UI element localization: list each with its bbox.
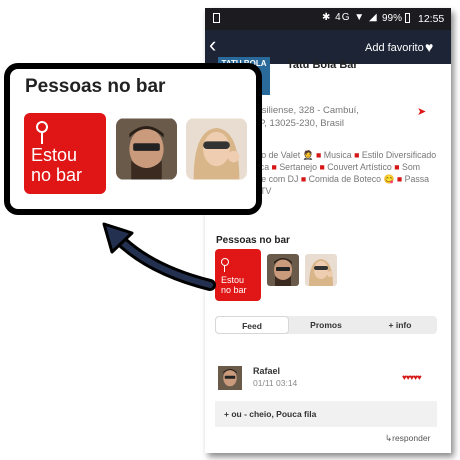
pin-icon: [221, 258, 229, 272]
heart-icon[interactable]: ♥: [425, 39, 433, 55]
zoom-estou-line-2: no bar: [31, 165, 83, 185]
clock: 12:55: [418, 13, 445, 25]
add-favorite-button[interactable]: Add favorito: [365, 42, 424, 54]
estou-line-2: no bar: [221, 285, 247, 295]
reply-button[interactable]: ↳responder: [385, 433, 430, 444]
zoom-title: Pessoas no bar: [25, 76, 166, 97]
estou-line-1: Estou: [221, 275, 245, 285]
navigation-arrow-icon[interactable]: ➤: [417, 105, 426, 118]
address-line-1: Brasiliense, 328 - Cambuí,: [247, 105, 359, 116]
feature-item: Sertanejo: [272, 162, 317, 172]
feature-item: Comida de Boteco: [301, 174, 381, 184]
sim-icon: [213, 13, 220, 23]
post-comment: + ou - cheio, Pouca fila: [215, 401, 437, 427]
rating-hearts-icon: ♥♥♥♥♥: [402, 373, 422, 382]
venue-name: Tatu Bola Bar: [287, 59, 358, 71]
battery-icon: [405, 13, 410, 23]
tab-info[interactable]: + info: [363, 316, 437, 334]
post-avatar[interactable]: [218, 366, 242, 390]
zoom-estou-line-1: Estou: [31, 145, 78, 165]
status-bar: ✱ 4G ▼ ◢ 99% 12:55: [205, 8, 451, 30]
tab-promos[interactable]: Promos: [289, 316, 363, 334]
zoom-avatar[interactable]: [186, 118, 247, 180]
estou-no-bar-button[interactable]: Estou no bar: [215, 249, 261, 301]
address-line-2: - SP, 13025-230, Brasil: [247, 118, 344, 129]
people-section-title: Pessoas no bar: [216, 235, 290, 246]
tab-feed[interactable]: Feed: [215, 316, 289, 334]
signal-icons: ✱ 4G ▼ ◢: [322, 12, 378, 23]
feature-item: Musica: [316, 150, 352, 160]
chevron-left-icon[interactable]: ‹: [209, 32, 216, 58]
zoom-callout: Pessoas no bar Estou no bar: [4, 63, 262, 215]
post-username[interactable]: Rafael: [253, 366, 280, 376]
venue-address: Brasiliense, 328 - Cambuí, - SP, 13025-2…: [247, 104, 359, 130]
network-label: 4G: [335, 12, 351, 23]
avatar[interactable]: [305, 254, 337, 286]
pin-icon: [36, 121, 48, 144]
battery-percent: 99%: [382, 13, 403, 24]
zoom-estou-no-bar-button[interactable]: Estou no bar: [24, 113, 106, 194]
zoom-avatar[interactable]: [116, 118, 177, 180]
tab-bar: Feed Promos + info: [215, 316, 437, 334]
avatar[interactable]: [267, 254, 299, 286]
feature-item: Couvert Artístico: [319, 162, 391, 172]
post-timestamp: 01/11 03:14: [253, 378, 298, 388]
